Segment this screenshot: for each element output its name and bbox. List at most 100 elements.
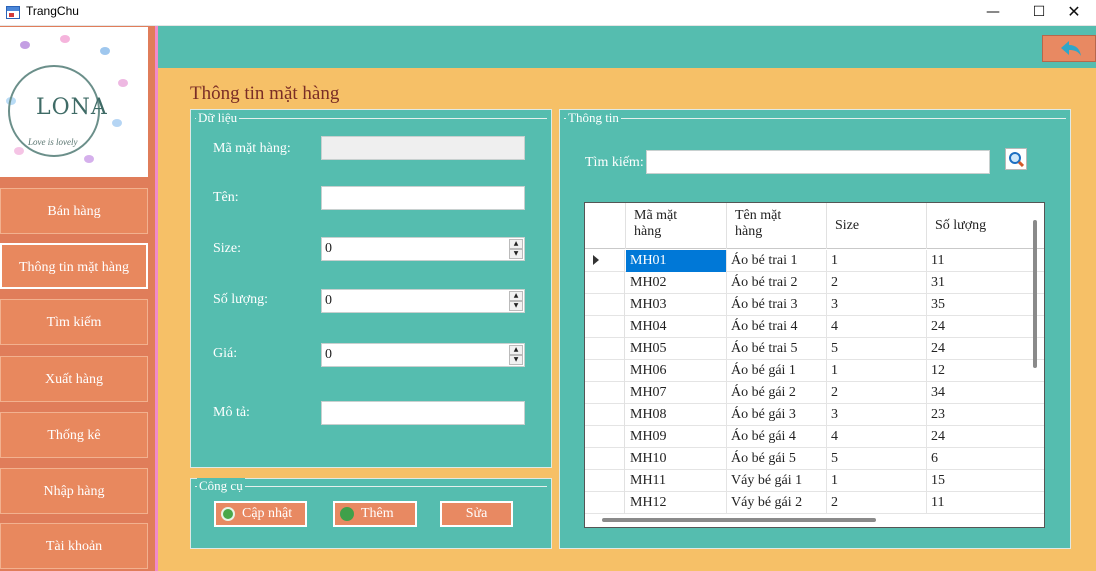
table-cell[interactable]: MH12 bbox=[626, 492, 727, 514]
table-row[interactable]: MH08 Áo bé gái 3 3 23 bbox=[585, 404, 1044, 426]
column-header-so-luong[interactable]: Số lượng bbox=[927, 203, 1044, 249]
row-header[interactable] bbox=[585, 448, 625, 470]
nav-item-nhap-hang[interactable]: Nhập hàng bbox=[0, 468, 148, 514]
table-row[interactable]: MH02 Áo bé trai 2 2 31 bbox=[585, 272, 1044, 294]
table-row[interactable]: MH07 Áo bé gái 2 2 34 bbox=[585, 382, 1044, 404]
table-cell[interactable]: Váy bé gái 1 bbox=[727, 470, 827, 492]
row-header[interactable] bbox=[585, 272, 625, 294]
table-cell[interactable]: 23 bbox=[927, 404, 1044, 426]
vertical-scrollbar[interactable] bbox=[1033, 220, 1037, 368]
search-button[interactable] bbox=[1005, 148, 1027, 170]
table-row[interactable]: MH11 Váy bé gái 1 1 15 bbox=[585, 470, 1044, 492]
table-cell[interactable]: Áo bé gái 3 bbox=[727, 404, 827, 426]
table-cell[interactable]: Áo bé trai 1 bbox=[727, 250, 827, 272]
table-cell[interactable]: MH07 bbox=[626, 382, 727, 404]
qty-decrement-button[interactable]: ▼ bbox=[509, 301, 523, 311]
table-cell[interactable]: Áo bé trai 2 bbox=[727, 272, 827, 294]
table-cell[interactable]: MH09 bbox=[626, 426, 727, 448]
table-cell[interactable]: 4 bbox=[827, 316, 927, 338]
table-cell[interactable]: 3 bbox=[827, 404, 927, 426]
qty-increment-button[interactable]: ▲ bbox=[509, 291, 523, 301]
table-row[interactable]: MH10 Áo bé gái 556 bbox=[585, 448, 1044, 470]
row-header[interactable] bbox=[585, 250, 625, 272]
table-row[interactable]: MH06 Áo bé gái 1 1 12 bbox=[585, 360, 1044, 382]
qty-stepper[interactable]: 0 ▲ ▼ bbox=[321, 289, 525, 313]
price-decrement-button[interactable]: ▼ bbox=[509, 355, 523, 365]
table-cell[interactable]: MH06 bbox=[626, 360, 727, 382]
table-cell[interactable]: 11 bbox=[927, 250, 1044, 272]
nav-item-xuat-hang[interactable]: Xuất hàng bbox=[0, 356, 148, 402]
row-header[interactable] bbox=[585, 492, 625, 514]
row-header[interactable] bbox=[585, 470, 625, 492]
close-button[interactable]: ✕ bbox=[1052, 0, 1096, 26]
update-button[interactable]: Cập nhật bbox=[214, 501, 307, 527]
table-cell[interactable]: 12 bbox=[927, 360, 1044, 382]
minimize-button[interactable]: — bbox=[970, 0, 1016, 26]
nav-item-tai-khoan[interactable]: Tài khoản bbox=[0, 523, 148, 569]
table-row[interactable]: MH12 Váy bé gái 2 2 11 bbox=[585, 492, 1044, 514]
table-cell[interactable]: Áo bé gái 4 bbox=[727, 426, 827, 448]
size-decrement-button[interactable]: ▼ bbox=[509, 249, 523, 259]
column-header-size[interactable]: Size bbox=[827, 203, 927, 249]
table-row[interactable]: MH09 Áo bé gái 4 4 24 bbox=[585, 426, 1044, 448]
row-header[interactable] bbox=[585, 360, 625, 382]
table-cell[interactable]: 2 bbox=[827, 492, 927, 514]
table-cell[interactable]: Áo bé trai 5 bbox=[727, 338, 827, 360]
table-cell[interactable]: 31 bbox=[927, 272, 1044, 294]
back-button[interactable] bbox=[1042, 35, 1096, 62]
table-cell[interactable]: 34 bbox=[927, 382, 1044, 404]
code-input[interactable] bbox=[321, 136, 525, 160]
horizontal-scrollbar[interactable] bbox=[602, 518, 876, 522]
desc-input[interactable] bbox=[321, 401, 525, 425]
table-row[interactable]: MH01 Áo bé trai 1 1 11 bbox=[585, 250, 1044, 272]
table-cell[interactable]: 1 bbox=[827, 470, 927, 492]
table-row[interactable]: MH03 Áo bé trai 3 3 35 bbox=[585, 294, 1044, 316]
nav-item-tim-kiem[interactable]: Tìm kiếm bbox=[0, 299, 148, 345]
table-cell[interactable]: 24 bbox=[927, 426, 1044, 448]
size-increment-button[interactable]: ▲ bbox=[509, 239, 523, 249]
table-cell[interactable]: Áo bé trai 4 bbox=[727, 316, 827, 338]
name-input[interactable] bbox=[321, 186, 525, 210]
nav-item-thong-tin-mat-hang[interactable]: Thông tin mặt hàng bbox=[0, 243, 148, 289]
table-cell[interactable]: 5 bbox=[827, 448, 927, 470]
table-cell[interactable]: Váy bé gái 2 bbox=[727, 492, 827, 514]
nav-item-ban-hang[interactable]: Bán hàng bbox=[0, 188, 148, 234]
column-header-ten-mat-hang[interactable]: Tên mặt hàng bbox=[727, 203, 827, 249]
table-cell[interactable]: Áo bé gái 5 bbox=[727, 448, 827, 470]
table-cell[interactable]: 1 bbox=[827, 360, 927, 382]
table-cell[interactable]: 4 bbox=[827, 426, 927, 448]
price-increment-button[interactable]: ▲ bbox=[509, 345, 523, 355]
product-table[interactable]: Mã mặt hàng Tên mặt hàng Size Số lượng M… bbox=[584, 202, 1045, 528]
table-row[interactable]: MH05 Áo bé trai 5 5 24 bbox=[585, 338, 1044, 360]
table-cell[interactable]: MH04 bbox=[626, 316, 727, 338]
table-cell[interactable]: MH08 bbox=[626, 404, 727, 426]
table-cell[interactable]: Áo bé gái 2 bbox=[727, 382, 827, 404]
edit-button[interactable]: Sửa bbox=[440, 501, 513, 527]
table-cell[interactable]: Áo bé gái 1 bbox=[727, 360, 827, 382]
table-cell[interactable]: 1 bbox=[827, 250, 927, 272]
table-cell[interactable]: MH02 bbox=[626, 272, 727, 294]
table-cell[interactable]: MH03 bbox=[626, 294, 727, 316]
row-header[interactable] bbox=[585, 382, 625, 404]
column-header-ma-mat-hang[interactable]: Mã mặt hàng bbox=[626, 203, 727, 249]
table-cell[interactable]: Áo bé trai 3 bbox=[727, 294, 827, 316]
table-cell[interactable]: 15 bbox=[927, 470, 1044, 492]
row-header[interactable] bbox=[585, 338, 625, 360]
row-header[interactable] bbox=[585, 316, 625, 338]
table-cell[interactable]: 3 bbox=[827, 294, 927, 316]
table-cell[interactable]: MH11 bbox=[626, 470, 727, 492]
table-cell[interactable]: 11 bbox=[927, 492, 1044, 514]
add-button[interactable]: Thêm bbox=[333, 501, 417, 527]
search-input[interactable] bbox=[646, 150, 990, 174]
table-cell[interactable]: 35 bbox=[927, 294, 1044, 316]
table-cell[interactable]: 5 bbox=[827, 338, 927, 360]
table-cell[interactable]: 6 bbox=[927, 448, 1044, 470]
table-cell[interactable]: 2 bbox=[827, 272, 927, 294]
table-cell[interactable]: MH01 bbox=[626, 250, 727, 272]
table-row[interactable]: MH04 Áo bé trai 4 4 24 bbox=[585, 316, 1044, 338]
table-cell[interactable]: 24 bbox=[927, 338, 1044, 360]
table-cell[interactable]: MH05 bbox=[626, 338, 727, 360]
row-header[interactable] bbox=[585, 294, 625, 316]
row-header[interactable] bbox=[585, 404, 625, 426]
table-cell[interactable]: 24 bbox=[927, 316, 1044, 338]
